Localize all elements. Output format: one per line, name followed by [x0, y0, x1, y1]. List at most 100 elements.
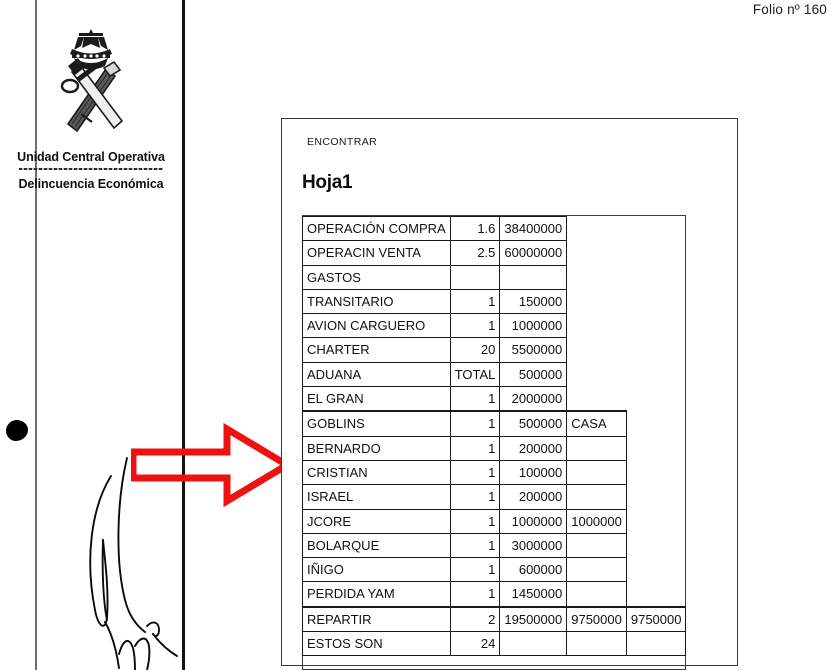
- cell-label: JCORE: [302, 508, 451, 534]
- cell-quantity: 20: [449, 337, 501, 363]
- cell-value: 1450000: [499, 581, 568, 608]
- spreadsheet-table: OPERACIÓN COMPRA 1.6 38400000 OPERACIN VENT…: [302, 215, 687, 657]
- spreadsheet-body: OPERACIÓN COMPRA 1.6 38400000 OPERACIN VENT…: [302, 215, 687, 657]
- cell-quantity: 1: [449, 288, 501, 315]
- cell-empty: [567, 241, 627, 265]
- table-row: EL GRAN 1 2000000: [302, 386, 686, 412]
- cell-empty: [567, 314, 627, 338]
- cell-quantity: TOTAL: [449, 361, 501, 388]
- cell-extra-1: [566, 557, 627, 583]
- ink-blot-mark: [6, 420, 28, 441]
- cell-label: PERDIDA YAM: [302, 581, 451, 608]
- cell-value: 200000: [499, 484, 568, 510]
- cell-empty: [626, 314, 686, 338]
- cell-quantity: 1: [449, 508, 501, 534]
- cell-extra-2: 9750000: [625, 605, 687, 633]
- cell-empty: [626, 558, 686, 582]
- cell-empty: [567, 338, 627, 362]
- cell-value: [499, 631, 568, 657]
- table-row: AVION CARGUERO 1 1000000: [302, 313, 686, 339]
- red-pointer-arrow: [131, 422, 291, 508]
- cell-extra-1: 1000000: [566, 508, 627, 534]
- cell-empty: [626, 436, 686, 460]
- table-row: REPARTIR 2 19500000 9750000 9750000: [302, 605, 687, 633]
- cell-label: ISRAEL: [302, 484, 451, 510]
- cell-empty: [626, 387, 686, 412]
- cell-value: 5500000: [499, 337, 568, 363]
- table-row: IÑIGO 1 600000: [302, 557, 686, 583]
- cell-value: 19500000: [499, 605, 568, 633]
- cell-quantity: 1: [449, 532, 501, 559]
- table-row: CRISTIAN 1 100000: [302, 459, 686, 486]
- cell-quantity: 1: [449, 410, 501, 437]
- cell-extra-1: CASA: [566, 410, 627, 437]
- cell-quantity: 1: [449, 484, 501, 510]
- cell-value: 1000000: [499, 508, 568, 534]
- cell-empty: [626, 241, 686, 265]
- table-row: JCORE 1 1000000 1000000: [302, 508, 686, 534]
- cell-value: 600000: [499, 557, 568, 583]
- cell-value: 500000: [499, 361, 568, 388]
- scanned-page: Folio nº 160 Unidad Central Operativa De…: [0, 0, 839, 670]
- cell-quantity: 1: [449, 459, 501, 486]
- table-row: ISRAEL 1 200000: [302, 484, 686, 510]
- cell-empty: [626, 338, 686, 362]
- letterhead-line-1: Unidad Central Operativa: [17, 150, 165, 164]
- cell-empty: [567, 217, 627, 241]
- table-row: ADUANA TOTAL 500000: [302, 361, 686, 388]
- cell-quantity: 24: [449, 631, 501, 657]
- cell-quantity: 1: [449, 581, 501, 608]
- cell-extra-1: [566, 459, 627, 486]
- folio-number-label: Folio nº 160: [752, 2, 827, 17]
- embedded-document: ENCONTRAR Hoja1 OPERACIÓN COMPRA 1.6 38400…: [281, 118, 738, 670]
- cell-value: 150000: [499, 288, 568, 315]
- cell-extra-1: [566, 631, 627, 657]
- cell-label: GASTOS: [302, 264, 451, 290]
- document-header-note: ENCONTRAR: [307, 136, 378, 148]
- cell-empty: [626, 460, 686, 484]
- table-row: BERNARDO 1 200000: [302, 435, 686, 461]
- cell-extra-1: 9750000: [566, 605, 627, 633]
- cell-value: [499, 264, 568, 290]
- cell-value: 200000: [499, 435, 568, 461]
- table-row: GOBLINS 1 500000 CASA: [302, 410, 686, 437]
- cell-empty: [626, 533, 686, 557]
- cell-value: 60000000: [499, 240, 568, 266]
- cell-empty: [626, 509, 686, 533]
- cell-label: IÑIGO: [302, 557, 451, 583]
- cell-label: OPERACIN VENTA: [302, 240, 451, 266]
- table-row: OPERACIÓN COMPRA 1.6 38400000: [302, 215, 686, 242]
- cell-label: CHARTER: [302, 337, 451, 363]
- cell-quantity: 1: [449, 557, 501, 583]
- table-row: CHARTER 20 5500000: [302, 337, 686, 363]
- letterhead-line-2: Delincuencia Económica: [18, 177, 164, 191]
- cell-empty: [626, 485, 686, 509]
- table-row: BOLARQUE 1 3000000: [302, 532, 686, 559]
- cell-label: BERNARDO: [302, 435, 451, 461]
- cell-empty: [626, 265, 686, 289]
- cell-quantity: [449, 264, 501, 290]
- cell-label: GOBLINS: [302, 410, 451, 437]
- cell-quantity: 1: [449, 313, 501, 339]
- table-row: OPERACIN VENTA 2.5 60000000: [302, 240, 686, 266]
- letterhead-separator: [19, 168, 163, 170]
- cell-value: 38400000: [499, 215, 568, 242]
- cell-value: 2000000: [499, 386, 568, 412]
- cell-label: CRISTIAN: [302, 459, 451, 486]
- cell-empty: [567, 265, 627, 289]
- table-row: TRANSITARIO 1 150000: [302, 288, 686, 315]
- cell-value: 100000: [499, 459, 568, 486]
- table-row: ESTOS SON 24: [302, 631, 687, 657]
- cell-quantity: 1: [449, 386, 501, 412]
- cell-label: EL GRAN: [302, 386, 451, 412]
- cell-quantity: 2.5: [449, 240, 501, 266]
- cell-quantity: 2: [449, 605, 501, 633]
- cell-quantity: 1.6: [449, 215, 501, 242]
- cell-label: OPERACIÓN COMPRA: [302, 215, 451, 242]
- cell-quantity: 1: [449, 435, 501, 461]
- cell-label: AVION CARGUERO: [302, 313, 451, 339]
- letterhead: Unidad Central Operativa Delincuencia Ec…: [0, 28, 182, 191]
- cell-extra-1: [566, 435, 627, 461]
- cell-extra-1: [566, 581, 627, 608]
- cell-label: ESTOS SON: [302, 631, 451, 657]
